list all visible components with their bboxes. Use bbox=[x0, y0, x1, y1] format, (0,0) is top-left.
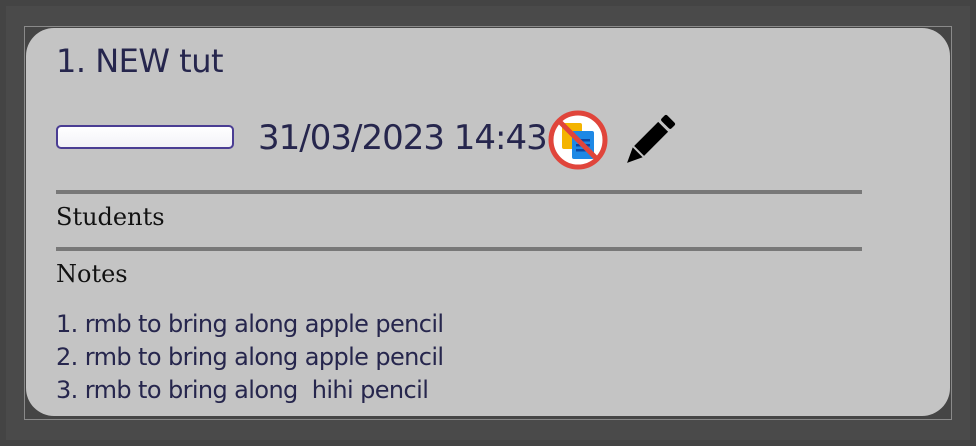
pencil-icon[interactable] bbox=[616, 108, 682, 174]
note-item: 3. rmb to bring along hihi pencil bbox=[56, 376, 429, 404]
divider bbox=[56, 190, 862, 194]
students-label: Students bbox=[56, 203, 165, 231]
notes-list: 1. rmb to bring along apple pencil 2. rm… bbox=[56, 308, 444, 407]
note-item: 1. rmb to bring along apple pencil bbox=[56, 310, 444, 338]
progress-bar bbox=[56, 125, 234, 149]
tutorial-card[interactable]: 1. NEW tut 31/03/2023 14:43 Students Not… bbox=[26, 28, 950, 416]
tutorial-title: 1. NEW tut bbox=[56, 42, 224, 80]
note-item: 2. rmb to bring along apple pencil bbox=[56, 343, 444, 371]
divider bbox=[56, 247, 862, 251]
notes-label: Notes bbox=[56, 260, 128, 288]
tutorial-datetime: 31/03/2023 14:43 bbox=[258, 118, 548, 158]
no-copy-icon[interactable] bbox=[548, 110, 608, 170]
